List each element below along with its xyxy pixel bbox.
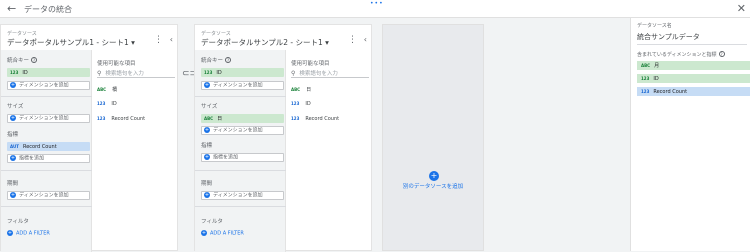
chevron-left-icon[interactable]: ‹ bbox=[170, 35, 173, 44]
add-icon: + bbox=[201, 230, 207, 236]
add-data-source-button[interactable]: + 別のデータソースを追加 bbox=[382, 24, 484, 251]
join-key-chip[interactable]: 123 ID bbox=[7, 68, 90, 77]
field-search-input[interactable]: ⚲ 検索語句を入力 bbox=[97, 69, 175, 78]
add-icon: + bbox=[204, 127, 210, 133]
available-field[interactable]: 123 ID bbox=[97, 101, 117, 107]
page-title: データの統合 bbox=[24, 5, 72, 14]
add-date-dimension-button[interactable]: + ディメンションを追加 bbox=[7, 191, 90, 200]
divider bbox=[1, 170, 92, 171]
add-icon: + bbox=[7, 230, 13, 236]
add-metric-button[interactable]: + 指標を追加 bbox=[201, 153, 284, 162]
data-source-card-2: データソース データポータルサンプル2 - シート1 ▾ ⋮ ‹ 統合キー? 1… bbox=[194, 24, 372, 252]
metrics-title: 指標 bbox=[201, 143, 213, 149]
help-icon[interactable]: ? bbox=[225, 57, 232, 63]
add-icon: + bbox=[10, 192, 16, 198]
source-config-column: 統合キー? 123 ID + ディメンションを追加 サイズ + ディメンションを追加 … bbox=[1, 50, 92, 252]
chevron-left-icon[interactable]: ‹ bbox=[364, 35, 367, 44]
add-icon: + bbox=[10, 82, 16, 88]
filter-title: フィルタ bbox=[7, 219, 29, 225]
data-source-name-input[interactable]: 統合サンプルデータ bbox=[637, 32, 747, 45]
join-key-chip[interactable]: 123 ID bbox=[201, 68, 284, 77]
source-label: データソース bbox=[201, 31, 231, 37]
divider bbox=[195, 206, 286, 207]
add-icon: + bbox=[204, 82, 210, 88]
add-dimension-button[interactable]: + ディメンションを追加 bbox=[201, 81, 284, 90]
metric-chip[interactable]: AUT Record Count bbox=[7, 142, 90, 151]
add-icon: + bbox=[429, 171, 439, 181]
available-field[interactable]: ABC 橋 bbox=[97, 86, 117, 93]
add-icon: + bbox=[10, 115, 16, 121]
source-name-dropdown[interactable]: データポータルサンプル1 - シート1 ▾ bbox=[7, 37, 135, 48]
available-field[interactable]: ABC 日 bbox=[291, 86, 311, 93]
join-key-title: 統合キー? bbox=[7, 57, 38, 64]
available-field[interactable]: 123 Record Count bbox=[291, 116, 339, 122]
source-label: データソース bbox=[7, 31, 37, 37]
date-range-title: 期間 bbox=[201, 181, 213, 187]
close-icon[interactable]: ✕ bbox=[737, 2, 746, 15]
divider bbox=[1, 206, 92, 207]
metrics-title: 指標 bbox=[7, 132, 19, 138]
top-bar: ← データの統合 ••• ✕ bbox=[0, 0, 750, 18]
add-icon: + bbox=[10, 155, 16, 161]
add-filter-button[interactable]: + ADD A FILTER bbox=[7, 230, 50, 237]
included-field-chip: 123 Record Count bbox=[637, 87, 750, 96]
dimension-chip[interactable]: ABC 日 bbox=[201, 114, 284, 123]
included-field-chip: ABC 月 bbox=[637, 61, 750, 70]
add-date-dimension-button[interactable]: + ディメンションを追加 bbox=[201, 191, 284, 200]
add-icon: + bbox=[204, 154, 210, 160]
divider bbox=[195, 96, 286, 97]
help-icon[interactable]: ? bbox=[718, 51, 725, 57]
dimensions-title: サイズ bbox=[7, 104, 24, 110]
add-dimension-button[interactable]: + ディメンションを追加 bbox=[7, 114, 90, 123]
more-vert-icon[interactable]: ⋮ bbox=[348, 35, 357, 45]
search-icon: ⚲ bbox=[97, 70, 102, 77]
add-dimension-button[interactable]: + ディメンションを追加 bbox=[7, 81, 90, 90]
source-config-column: 統合キー? 123 ID + ディメンションを追加 サイズ ABC 日 + ディメンショ… bbox=[195, 50, 286, 252]
arrow-left-icon[interactable]: ← bbox=[7, 2, 16, 15]
available-fields-title: 使用可能な項目 bbox=[97, 61, 136, 67]
help-icon[interactable]: ? bbox=[31, 57, 38, 63]
join-key-title: 統合キー? bbox=[201, 57, 232, 64]
data-source-card-1: データソース データポータルサンプル1 - シート1 ▾ ⋮ ‹ 統合キー? 1… bbox=[0, 24, 178, 252]
dimensions-title: サイズ bbox=[201, 104, 218, 110]
source-name-dropdown[interactable]: データポータルサンプル2 - シート1 ▾ bbox=[201, 37, 329, 48]
divider bbox=[1, 96, 92, 97]
data-source-name-label: データソース名 bbox=[637, 23, 672, 29]
included-field-chip: 123 ID bbox=[637, 74, 750, 83]
available-field[interactable]: 123 Record Count bbox=[97, 116, 145, 122]
more-vert-icon[interactable]: ⋮ bbox=[154, 35, 163, 45]
add-icon: + bbox=[204, 192, 210, 198]
field-search-input[interactable]: ⚲ 検索語句を入力 bbox=[291, 69, 369, 78]
add-data-source-label: 別のデータソースを追加 bbox=[402, 184, 464, 190]
search-icon: ⚲ bbox=[291, 70, 296, 77]
filter-title: フィルタ bbox=[201, 219, 223, 225]
blend-settings-panel: データソース名 統合サンプルデータ 含まれているディメンションと指標? ABC 月… bbox=[630, 18, 750, 251]
included-fields-title: 含まれているディメンションと指標? bbox=[637, 51, 725, 58]
add-filter-button[interactable]: + ADD A FILTER bbox=[201, 230, 244, 237]
divider bbox=[195, 170, 286, 171]
add-metric-button[interactable]: + 指標を追加 bbox=[7, 154, 90, 163]
date-range-title: 期間 bbox=[7, 181, 19, 187]
loading-dots-icon: ••• bbox=[370, 0, 384, 7]
add-dimension-button[interactable]: + ディメンションを追加 bbox=[201, 126, 284, 135]
available-field[interactable]: 123 ID bbox=[291, 101, 311, 107]
available-fields-title: 使用可能な項目 bbox=[291, 61, 330, 67]
